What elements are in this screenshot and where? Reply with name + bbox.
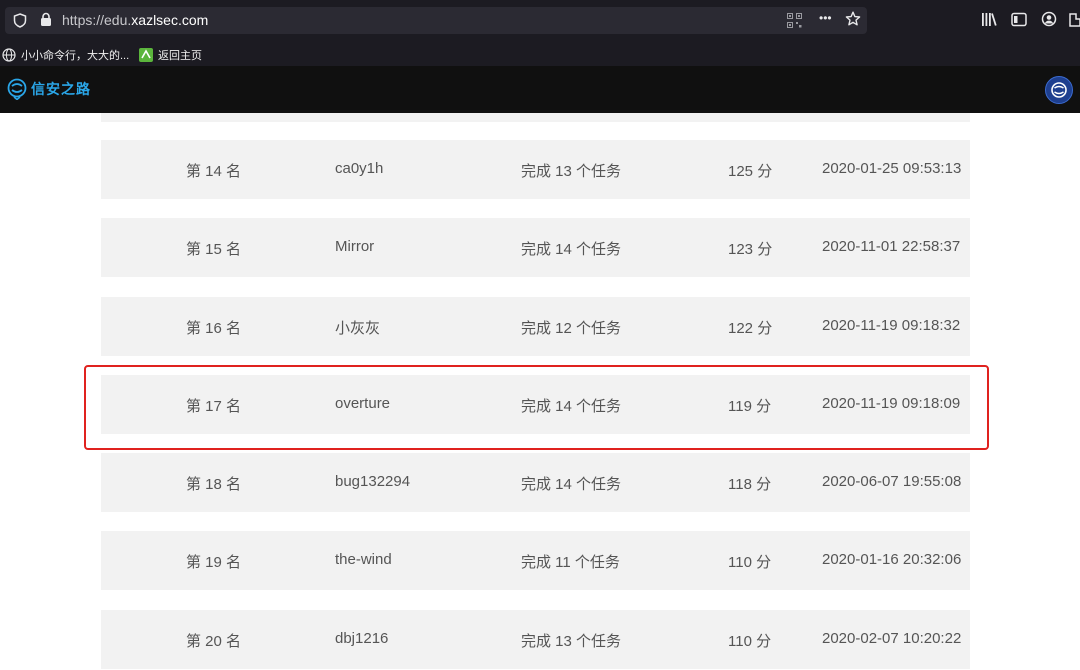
- globe-icon: [2, 48, 16, 62]
- score-cell: 110 分: [728, 554, 772, 571]
- reader-view-icon[interactable]: [1011, 12, 1027, 29]
- rank-cell: 第 18 名: [186, 476, 242, 493]
- user-avatar[interactable]: [1045, 76, 1073, 104]
- bookmark-item-home[interactable]: 返回主页: [139, 47, 202, 63]
- more-actions-icon[interactable]: •••: [819, 11, 832, 25]
- shield-icon[interactable]: [13, 13, 27, 30]
- tasks-cell: 完成 12 个任务: [521, 320, 622, 337]
- username-cell: dbj1216: [335, 630, 389, 647]
- score-cell: 122 分: [728, 320, 773, 337]
- site-header: [0, 66, 1080, 113]
- home-favicon-icon: [139, 48, 153, 62]
- tasks-cell: 完成 14 个任务: [521, 476, 622, 493]
- url-text[interactable]: https://edu.xazlsec.com: [62, 12, 208, 28]
- site-logo[interactable]: 信安之路: [7, 78, 91, 101]
- rank-cell: 第 20 名: [186, 633, 242, 650]
- username-cell: ca0y1h: [335, 160, 384, 177]
- tasks-cell: 完成 13 个任务: [521, 163, 622, 180]
- extension-icon[interactable]: [1068, 11, 1080, 29]
- table-row: 第 18 名 bug132294 完成 14 个任务 118 分 2020-06…: [101, 453, 970, 512]
- qr-code-icon[interactable]: [787, 13, 802, 30]
- highlight-box: [84, 365, 989, 450]
- table-row: 第 19 名 the-wind 完成 11 个任务 110 分 2020-01-…: [101, 531, 970, 590]
- table-row: 第 16 名 小灰灰 完成 12 个任务 122 分 2020-11-19 09…: [101, 297, 970, 356]
- table-row: 第 15 名 Mirror 完成 14 个任务 123 分 2020-11-01…: [101, 218, 970, 277]
- rank-cell: 第 15 名: [186, 241, 242, 258]
- time-cell: 2020-02-07 10:20:22: [822, 630, 962, 647]
- time-cell: 2020-01-25 09:53:13: [822, 160, 962, 177]
- username-cell: 小灰灰: [335, 320, 381, 337]
- table-row: 第 14 名 ca0y1h 完成 13 个任务 125 分 2020-01-25…: [101, 140, 970, 199]
- table-row-partial: [101, 113, 970, 122]
- account-icon[interactable]: [1041, 11, 1057, 29]
- avatar-logo-icon: [1051, 82, 1067, 98]
- logo-icon: [7, 78, 27, 101]
- bookmarks-bar: 小小命令行，大大的... 返回主页: [0, 41, 1080, 66]
- time-cell: 2020-06-07 19:55:08: [822, 473, 962, 490]
- time-cell: 2020-01-16 20:32:06: [822, 551, 962, 568]
- username-cell: the-wind: [335, 551, 392, 568]
- library-icon[interactable]: [981, 12, 997, 29]
- rank-cell: 第 14 名: [186, 163, 242, 180]
- bookmark-label: 小小命令行，大大的...: [21, 50, 130, 62]
- bookmark-label: 返回主页: [158, 50, 202, 62]
- url-domain: xazlsec.com: [131, 12, 209, 28]
- table-row: 第 20 名 dbj1216 完成 13 个任务 110 分 2020-02-0…: [101, 610, 970, 669]
- score-cell: 118 分: [728, 476, 772, 493]
- time-cell: 2020-11-01 22:58:37: [822, 238, 961, 255]
- star-icon[interactable]: [845, 11, 861, 29]
- username-cell: Mirror: [335, 238, 375, 255]
- url-prefix: https://edu.: [62, 12, 132, 28]
- rank-cell: 第 16 名: [186, 320, 242, 337]
- tasks-cell: 完成 13 个任务: [521, 633, 622, 650]
- rank-cell: 第 19 名: [186, 554, 242, 571]
- browser-toolbar: https://edu.xazlsec.com •••: [0, 0, 1080, 41]
- score-cell: 123 分: [728, 241, 773, 258]
- logo-text: 信安之路: [31, 81, 91, 97]
- username-cell: bug132294: [335, 473, 411, 490]
- bookmark-item-cmd[interactable]: 小小命令行，大大的...: [2, 47, 129, 63]
- score-cell: 110 分: [728, 633, 772, 650]
- tasks-cell: 完成 11 个任务: [521, 554, 620, 571]
- tasks-cell: 完成 14 个任务: [521, 241, 622, 258]
- lock-icon[interactable]: [40, 12, 52, 29]
- score-cell: 125 分: [728, 163, 773, 180]
- time-cell: 2020-11-19 09:18:32: [822, 317, 961, 334]
